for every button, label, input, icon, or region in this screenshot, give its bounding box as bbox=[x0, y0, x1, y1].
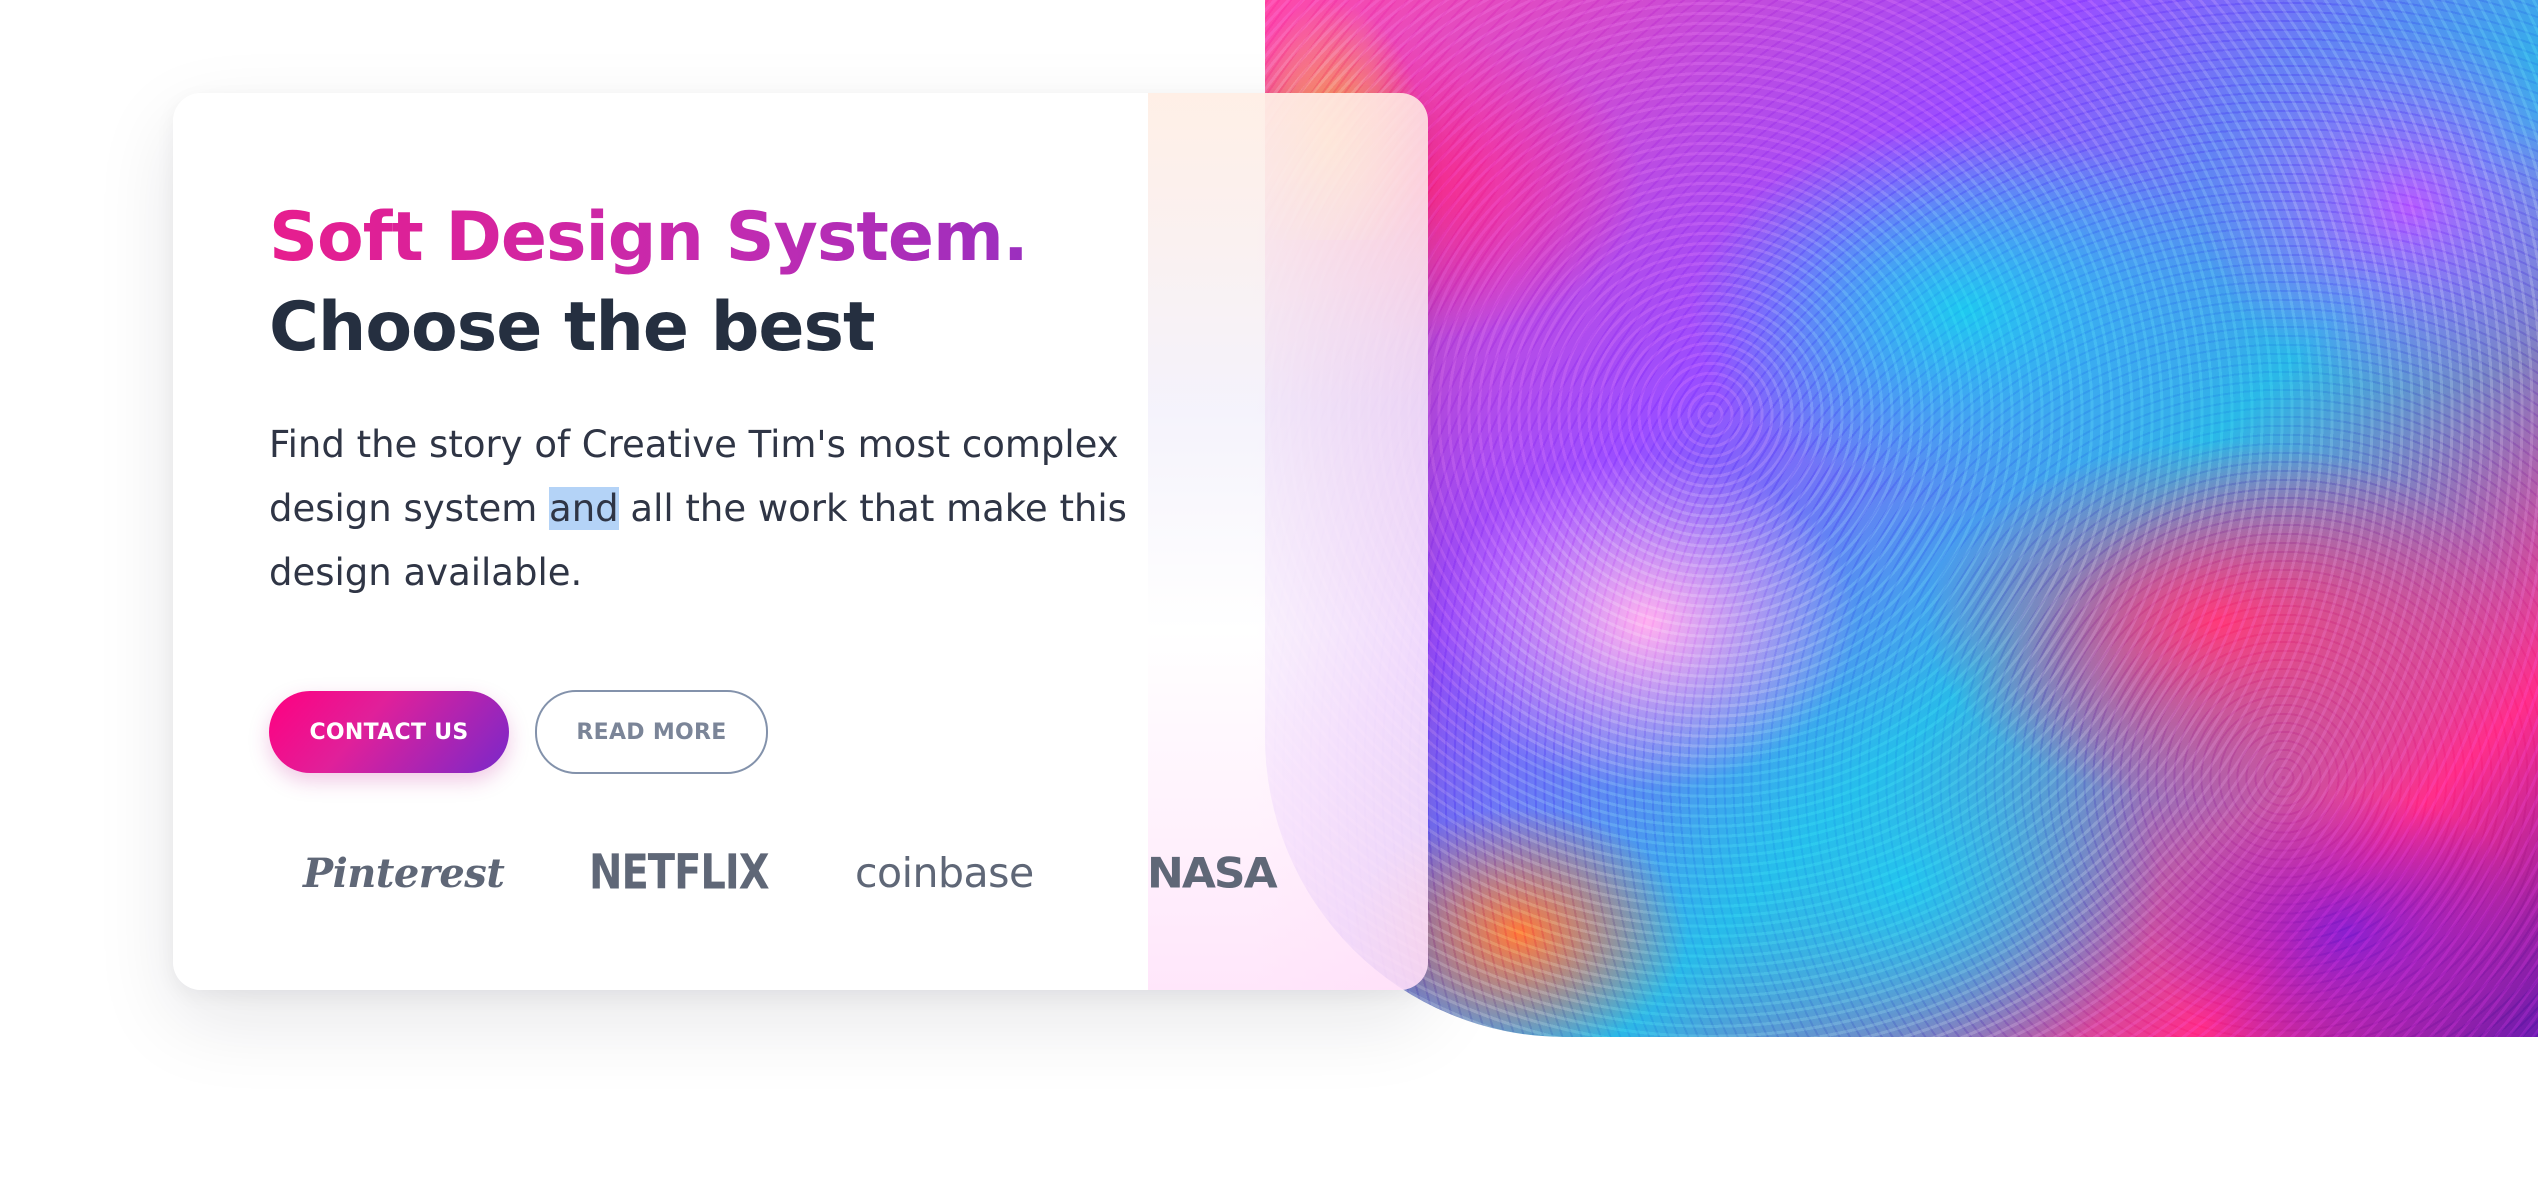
page: Soft Design System. Choose the best Find… bbox=[0, 0, 2538, 1188]
pinterest-logo: Pinterest bbox=[303, 849, 505, 897]
nasa-logo: NASA bbox=[1147, 848, 1278, 898]
hero-card: Soft Design System. Choose the best Find… bbox=[173, 93, 1428, 990]
contact-us-button[interactable]: CONTACT US bbox=[269, 691, 509, 773]
abstract-wave-image bbox=[1265, 0, 2538, 1037]
read-more-button[interactable]: READ MORE bbox=[535, 690, 768, 774]
netflix-logo: NETFLIX bbox=[589, 845, 770, 901]
selected-text: and bbox=[549, 487, 619, 530]
hero-title: Choose the best bbox=[269, 288, 875, 367]
coinbase-logo: coinbase bbox=[855, 849, 1034, 897]
hero-title-gradient: Soft Design System. bbox=[269, 193, 1029, 283]
hero-description: Find the story of Creative Tim's most co… bbox=[269, 423, 1127, 594]
partner-logos: Pinterest NETFLIX coinbase NASA bbox=[269, 833, 1309, 913]
